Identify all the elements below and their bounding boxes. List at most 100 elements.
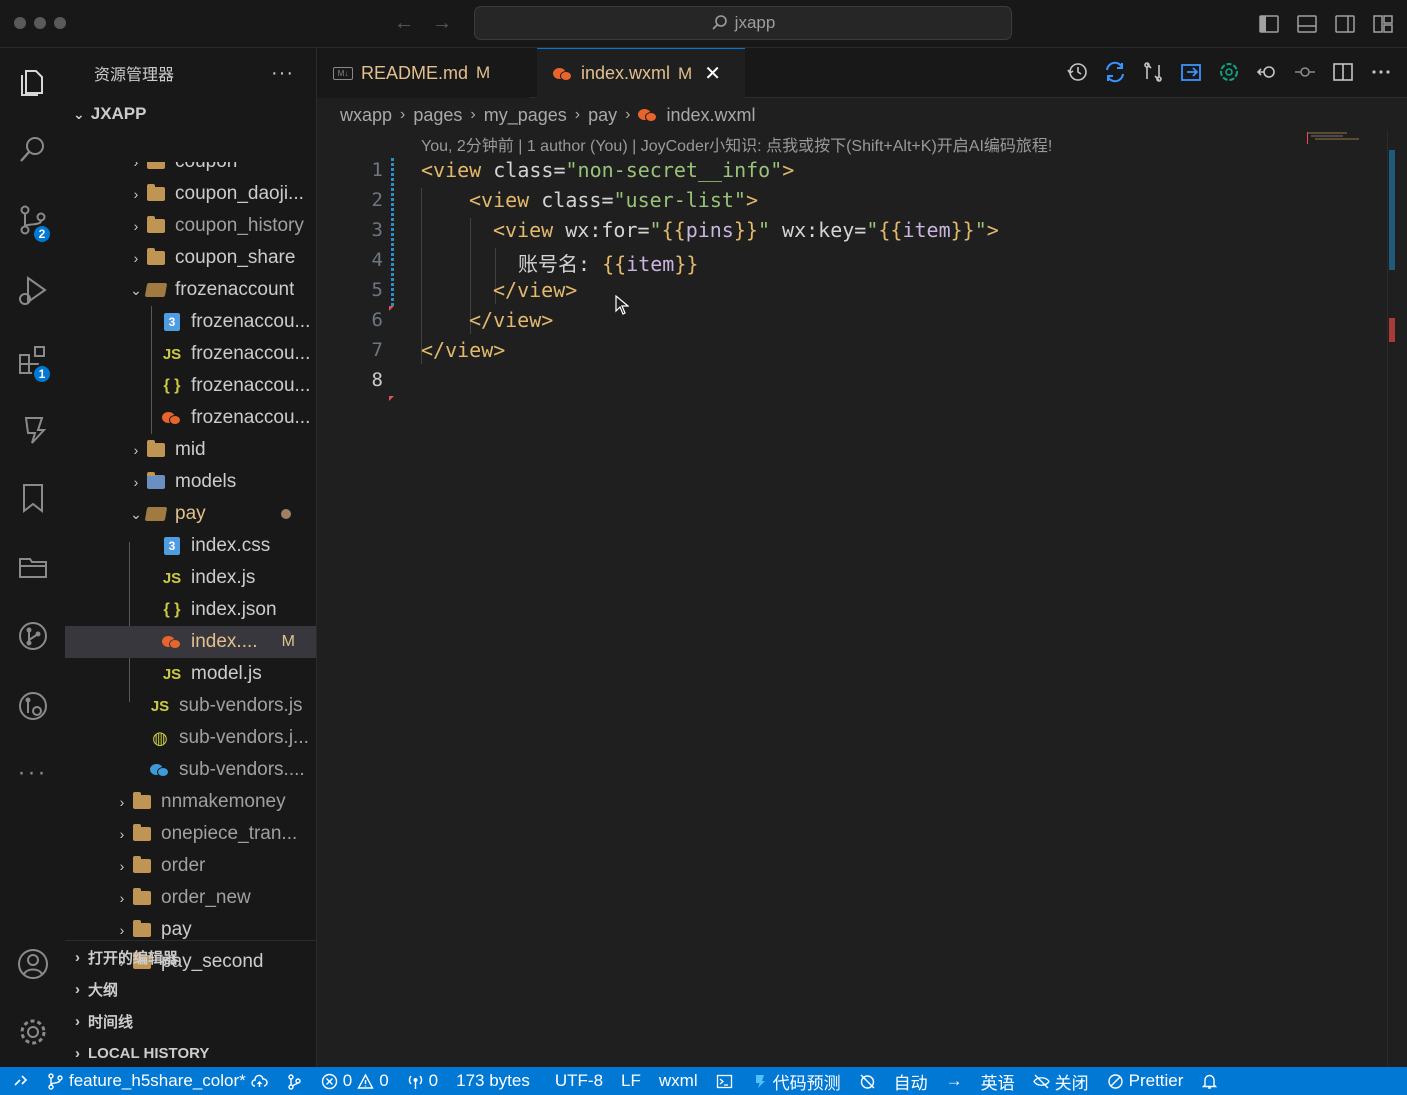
- breadcrumb-item[interactable]: wxapp: [340, 105, 392, 126]
- back-arrow-icon[interactable]: ←: [394, 12, 414, 35]
- gitlens-activity[interactable]: [0, 676, 65, 736]
- tree-file-frozenaccount-json[interactable]: { } frozenaccou...: [65, 370, 316, 402]
- run-debug-activity[interactable]: [0, 260, 65, 320]
- tab-readme[interactable]: M↓ README.md M: [317, 48, 529, 98]
- toggle-primary-sidebar-icon[interactable]: [1257, 12, 1281, 36]
- extensions-activity[interactable]: 1: [0, 330, 65, 390]
- tree-folder-frozenaccount[interactable]: ⌄ frozenaccount: [65, 274, 316, 306]
- git-graph-status[interactable]: [277, 1067, 312, 1095]
- git-graph-activity[interactable]: [0, 606, 65, 666]
- toggle-panel-icon[interactable]: [1295, 12, 1319, 36]
- file-size[interactable]: 173 bytes: [447, 1067, 539, 1095]
- tree-folder-order-new[interactable]: › order_new: [65, 882, 316, 914]
- breadcrumb-item[interactable]: my_pages: [484, 105, 567, 126]
- end-of-line[interactable]: LF: [612, 1067, 650, 1095]
- notifications[interactable]: [1192, 1067, 1227, 1095]
- section-outline[interactable]: › 大纲: [65, 973, 316, 1005]
- minimize-window-button[interactable]: [34, 17, 46, 29]
- explorer-activity[interactable]: [0, 52, 65, 112]
- joycoder-activity[interactable]: [0, 400, 65, 460]
- modified-badge: M: [281, 633, 295, 650]
- more-actions-icon[interactable]: [1369, 60, 1393, 84]
- history-icon[interactable]: [1065, 60, 1089, 84]
- ports-indicator[interactable]: 0: [398, 1067, 447, 1095]
- tree-folder-coupon-daojia[interactable]: › coupon_daoji...: [65, 178, 316, 210]
- remote-indicator[interactable]: [0, 1067, 38, 1095]
- tree-file-sub-vendors-js[interactable]: JS sub-vendors.js: [65, 690, 316, 722]
- openai-icon[interactable]: [1217, 60, 1241, 84]
- tree-folder-coupon-share[interactable]: › coupon_share: [65, 242, 316, 274]
- customize-layout-icon[interactable]: [1371, 12, 1395, 36]
- overview-ruler[interactable]: [1387, 130, 1407, 1067]
- more-activity[interactable]: ···: [0, 743, 65, 803]
- code-editor[interactable]: You, 2分钟前 | 1 author (You) | JoyCoder小知识…: [317, 130, 1407, 1067]
- files-icon: [20, 70, 43, 96]
- forward-arrow-icon[interactable]: →: [432, 12, 452, 35]
- toggle-secondary-sidebar-icon[interactable]: [1333, 12, 1357, 36]
- minimap-marker: [1307, 132, 1308, 144]
- folder-icon: [131, 856, 153, 876]
- search-activity[interactable]: [0, 120, 65, 180]
- code-prediction[interactable]: 代码预测: [742, 1067, 850, 1095]
- target-language[interactable]: 英语: [972, 1067, 1024, 1095]
- breadcrumb-item[interactable]: index.wxml: [666, 105, 755, 126]
- tree-file-index-css[interactable]: 3 index.css: [65, 530, 316, 562]
- search-icon: [712, 15, 727, 30]
- tree-file-frozenaccount-wxml[interactable]: frozenaccou...: [65, 402, 316, 434]
- close-window-button[interactable]: [14, 17, 26, 29]
- visibility-toggle[interactable]: 关闭: [1024, 1067, 1098, 1095]
- tree-file-index-js[interactable]: JS index.js: [65, 562, 316, 594]
- accounts-activity[interactable]: [0, 934, 65, 994]
- workspace-root[interactable]: ⌄ JXAPP: [65, 98, 316, 130]
- compare-changes-icon[interactable]: [1141, 60, 1165, 84]
- section-local-history[interactable]: › LOCAL HISTORY: [65, 1037, 316, 1067]
- tree-folder-pay[interactable]: ⌄ pay: [65, 498, 316, 530]
- maximize-window-button[interactable]: [54, 17, 66, 29]
- tab-index-wxml[interactable]: index.wxml M ✕: [537, 48, 745, 98]
- close-tab-icon[interactable]: ✕: [704, 61, 721, 86]
- tree-folder-mid[interactable]: › mid: [65, 434, 316, 466]
- chevron-right-icon: ›: [75, 948, 80, 966]
- tree-folder-onepiece[interactable]: › onepiece_tran...: [65, 818, 316, 850]
- tree-file-index-json[interactable]: { } index.json: [65, 594, 316, 626]
- tree-file-frozenaccount-js[interactable]: JS frozenaccou...: [65, 338, 316, 370]
- wechat-file-icon: [638, 107, 658, 123]
- command-center-search[interactable]: jxapp: [474, 6, 1012, 40]
- commit-icon[interactable]: [1293, 60, 1317, 84]
- split-editor-icon[interactable]: [1331, 60, 1355, 84]
- more-actions-icon[interactable]: ···: [271, 62, 294, 85]
- source-control-activity[interactable]: 2: [0, 190, 65, 250]
- section-open-editors[interactable]: › 打开的编辑器: [65, 941, 316, 973]
- tree-file-index-wxml[interactable]: index.... M: [65, 626, 316, 658]
- prettier-status[interactable]: Prettier: [1098, 1067, 1193, 1095]
- manage-activity[interactable]: [0, 1002, 65, 1062]
- breadcrumb-item[interactable]: pages: [413, 105, 462, 126]
- project-manager-activity[interactable]: [0, 536, 65, 596]
- export-icon[interactable]: [1179, 60, 1203, 84]
- tree-folder-order[interactable]: › order: [65, 850, 316, 882]
- tree-file-frozenaccount-css[interactable]: 3 frozenaccou...: [65, 306, 316, 338]
- auto-mode[interactable]: 自动: [885, 1067, 937, 1095]
- branch-indicator[interactable]: feature_h5share_color*: [38, 1067, 277, 1095]
- ruler-change-mark: [1389, 150, 1395, 270]
- tree-folder-nnmakemoney[interactable]: › nnmakemoney: [65, 786, 316, 818]
- tree-file-sub-vendors-json[interactable]: ◍ sub-vendors.j...: [65, 722, 316, 754]
- terminal-status[interactable]: [707, 1067, 742, 1095]
- sync-icon[interactable]: [1103, 60, 1127, 84]
- tree-file-model-js[interactable]: JS model.js: [65, 658, 316, 690]
- chevron-right-icon: ›: [119, 858, 125, 874]
- encoding[interactable]: UTF-8: [539, 1067, 612, 1095]
- breadcrumb-item[interactable]: pay: [588, 105, 617, 126]
- section-timeline[interactable]: › 时间线: [65, 1005, 316, 1037]
- go-back-icon[interactable]: [1255, 60, 1279, 84]
- run-debug-icon: [18, 276, 47, 305]
- bookmarks-activity[interactable]: [0, 468, 65, 528]
- tree-folder-coupon[interactable]: › coupon: [65, 162, 316, 178]
- tree-file-sub-vendors-wxss[interactable]: sub-vendors....: [65, 754, 316, 786]
- codelens-blame[interactable]: You, 2分钟前 | 1 author (You) | JoyCoder小知识…: [421, 132, 1052, 156]
- tree-folder-coupon-history[interactable]: › coupon_history: [65, 210, 316, 242]
- tree-folder-models[interactable]: › models: [65, 466, 316, 498]
- copilot-status[interactable]: [850, 1067, 885, 1095]
- language-mode[interactable]: wxml: [650, 1067, 707, 1095]
- problems-indicator[interactable]: 0 0: [312, 1067, 398, 1095]
